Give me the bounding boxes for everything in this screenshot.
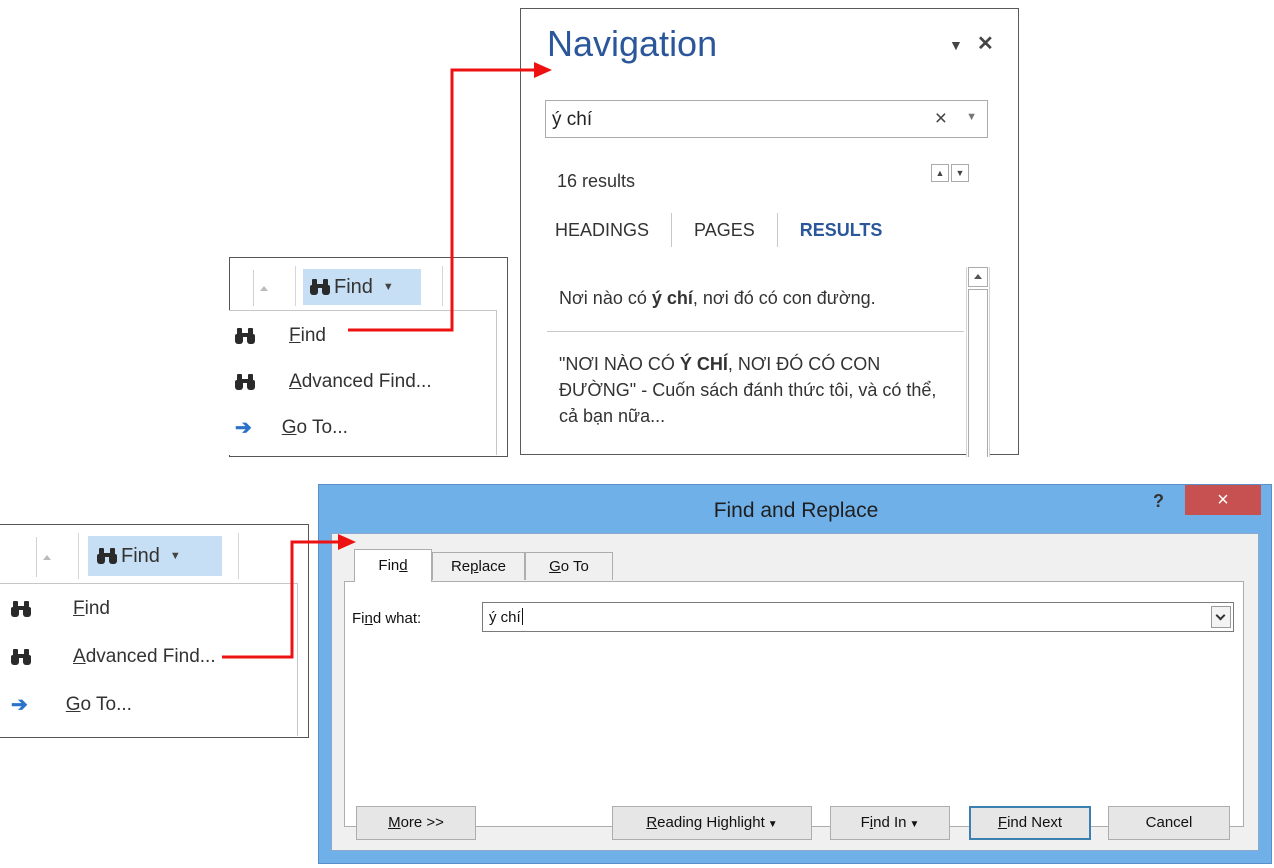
annotation-arrow-advanced-find-to-dialog bbox=[222, 540, 340, 659]
arrowhead-icon bbox=[338, 534, 356, 550]
annotation-arrow-find-to-navigation bbox=[348, 68, 536, 332]
arrowhead-icon bbox=[534, 62, 552, 78]
annotation-arrows bbox=[222, 62, 552, 659]
tab-find[interactable]: Find bbox=[354, 549, 432, 582]
